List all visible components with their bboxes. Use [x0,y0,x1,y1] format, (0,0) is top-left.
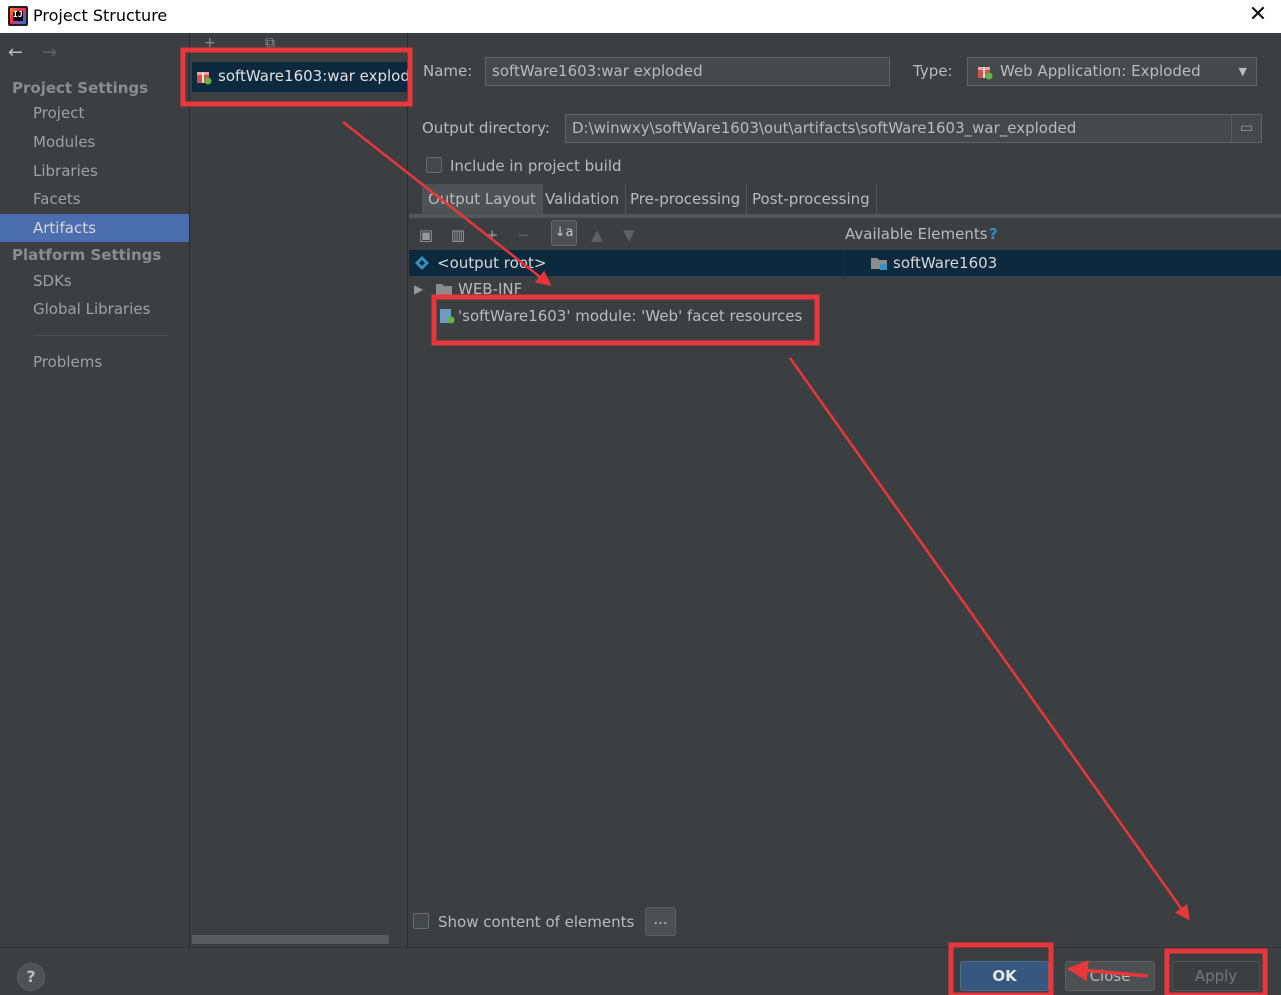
forward-arrow-icon[interactable]: → [42,42,57,63]
tab-pre-processing[interactable]: Pre-processing [624,184,748,214]
folder-icon [436,284,452,295]
type-select-value: Web Application: Exploded [1000,62,1201,80]
output-root-icon [415,256,429,270]
tab-validation[interactable]: Validation [539,184,627,214]
type-label: Type: [913,62,953,80]
include-in-build-checkbox[interactable] [426,157,442,173]
chevron-down-icon: ▼ [1238,65,1247,78]
available-elements-help-icon[interactable]: ? [989,225,998,243]
output-root-label: <output root> [437,254,547,272]
tree-row-output-root[interactable]: <output root> [409,250,843,276]
tab-output-layout[interactable]: Output Layout [422,184,543,214]
create-directory-icon[interactable]: ▣ [417,226,435,244]
war-artifact-icon [197,72,212,85]
show-content-options-button[interactable]: ... [645,907,676,936]
tree-row-web-facet-resources[interactable]: 'softWare1603' module: 'Web' facet resou… [409,303,843,329]
type-select[interactable]: Web Application: Exploded ▼ [967,57,1257,86]
nav-item-facets[interactable]: Facets [0,185,189,213]
tab-post-processing[interactable]: Post-processing [746,184,877,214]
name-label: Name: [423,62,473,80]
show-content-checkbox[interactable] [413,913,429,929]
browse-folder-icon[interactable]: ▭ [1231,115,1261,142]
move-down-icon[interactable]: ▼ [620,226,638,244]
window-title: Project Structure [33,6,168,25]
artifact-list-scrollbar[interactable] [192,935,389,944]
output-directory-input[interactable]: D:\winwxy\softWare1603\out\artifacts\sof… [565,114,1262,143]
add-copy-icon[interactable]: + [483,226,501,244]
show-content-label: Show content of elements [438,913,635,931]
ok-button[interactable]: OK [960,961,1049,991]
nav-item-libraries[interactable]: Libraries [0,157,189,185]
nav-item-problems[interactable]: Problems [0,348,189,376]
nav-item-project[interactable]: Project [0,99,189,127]
available-elements-header: Available Elements [845,225,988,243]
output-directory-label: Output directory: [422,119,550,137]
add-archive-icon[interactable]: ▥ [449,226,467,244]
move-up-icon[interactable]: ▲ [588,226,606,244]
add-artifact-icon[interactable]: + [204,35,216,51]
module-folder-icon [871,258,887,270]
tree-row-web-inf[interactable]: ▶ WEB-INF [409,276,843,302]
title-bar: IJ Project Structure ✕ [0,0,1281,33]
nav-section-platform-settings: Platform Settings [12,246,162,264]
nav-item-modules[interactable]: Modules [0,128,189,156]
artifact-name-label: softWare1603:war exploded [218,67,408,85]
output-directory-value: D:\winwxy\softWare1603\out\artifacts\sof… [572,119,1077,137]
web-facet-resources-label: 'softWare1603' module: 'Web' facet resou… [458,307,803,325]
apply-button[interactable]: Apply [1172,961,1260,991]
settings-nav: ← → Project Settings Project Modules Lib… [0,33,190,947]
nav-section-project-settings: Project Settings [12,79,149,97]
web-app-type-icon [978,67,993,80]
sort-elements-icon[interactable]: ↓a [551,220,577,246]
artifact-list-item-selected[interactable]: softWare1603:war exploded [192,62,408,92]
expand-triangle-icon[interactable]: ▶ [414,276,423,302]
help-button[interactable]: ? [17,963,45,991]
copy-artifact-icon[interactable]: ⧉ [265,35,275,51]
name-input[interactable]: softWare1603:war exploded [485,57,890,86]
nav-item-artifacts[interactable]: Artifacts [0,214,189,242]
nav-item-global-libraries[interactable]: Global Libraries [0,295,189,323]
web-inf-label: WEB-INF [458,280,523,298]
close-window-icon[interactable]: ✕ [1248,3,1268,27]
web-facet-icon [440,309,455,324]
include-in-build-label: Include in project build [450,157,622,175]
intellij-app-icon: IJ [8,6,28,26]
back-arrow-icon[interactable]: ← [8,42,23,63]
available-item-label: softWare1603 [893,254,998,272]
artifact-list-panel: + ⧉ [191,33,408,947]
remove-icon[interactable]: − [514,226,532,244]
nav-item-sdks[interactable]: SDKs [0,267,189,295]
available-item-module[interactable]: softWare1603 [844,250,1281,276]
nav-divider [33,335,168,336]
close-button[interactable]: Close [1065,961,1155,991]
